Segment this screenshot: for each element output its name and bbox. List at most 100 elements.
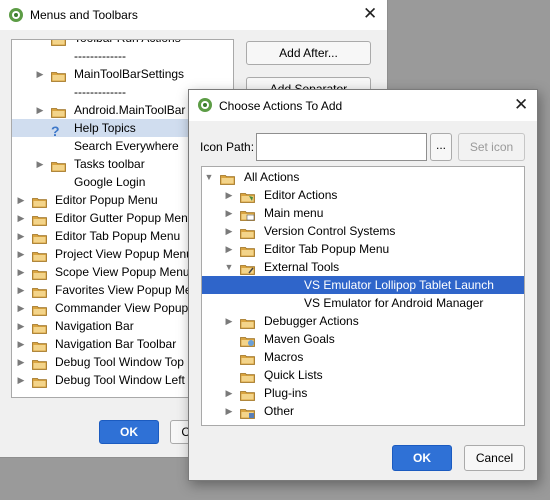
tree-item[interactable]: ▶ Other — [202, 402, 524, 420]
folder-icon — [32, 231, 47, 244]
chevron-right-icon[interactable]: ▶ — [16, 209, 26, 227]
tree-item[interactable]: ▶ Plug-ins — [202, 384, 524, 402]
tree-item-label: Editor Tab Popup Menu — [55, 229, 181, 243]
tree-item-label: Maven Goals — [264, 332, 335, 346]
tree-item-label: Macros — [264, 350, 304, 364]
tree-item[interactable]: Macros — [202, 348, 524, 366]
tree-item[interactable]: Toolbar Run Actions — [12, 40, 233, 47]
folder-icon — [240, 388, 255, 401]
help-icon: ? — [51, 123, 60, 139]
android-studio-icon — [198, 98, 212, 112]
folder-icon — [240, 352, 255, 365]
tree-item[interactable]: VS Emulator for Android Manager — [202, 294, 524, 312]
actions-ok-button[interactable]: OK — [392, 445, 452, 471]
chevron-right-icon[interactable]: ▶ — [16, 281, 26, 299]
folder-icon — [32, 375, 47, 388]
chevron-right-icon[interactable]: ▶ — [16, 371, 26, 389]
folder-icon — [32, 303, 47, 316]
folder-icon — [220, 172, 235, 185]
folder-icon — [32, 195, 47, 208]
menus-ok-button[interactable]: OK — [99, 420, 159, 444]
actions-dialog-title: Choose Actions To Add — [219, 99, 343, 113]
chevron-down-icon[interactable]: ▼ — [204, 168, 214, 186]
chevron-right-icon[interactable]: ▶ — [224, 186, 234, 204]
tree-item[interactable]: ▼ All Actions — [202, 168, 524, 186]
tree-item-label: ------------- — [74, 85, 126, 99]
tree-item-label: Project View Popup Menu — [55, 247, 193, 261]
tree-item-label: VS Emulator Lollipop Tablet Launch — [304, 278, 494, 292]
chevron-right-icon[interactable]: ▶ — [16, 227, 26, 245]
chevron-right-icon[interactable]: ▶ — [16, 317, 26, 335]
folder-icon — [240, 316, 255, 329]
tree-item-label: Android.MainToolBar — [74, 103, 186, 117]
tree-item[interactable]: ▶ MainToolBarSettings — [12, 65, 233, 83]
chevron-right-icon[interactable]: ▶ — [16, 299, 26, 317]
chevron-right-icon[interactable]: ▶ — [224, 402, 234, 420]
tree-item-label: Navigation Bar — [55, 319, 134, 333]
icon-path-label: Icon Path: — [200, 140, 255, 154]
folder-icon — [51, 69, 66, 82]
chevron-right-icon[interactable]: ▶ — [16, 263, 26, 281]
choose-actions-dialog: Choose Actions To Add ✕ Icon Path: ... S… — [188, 89, 538, 481]
actions-cancel-button[interactable]: Cancel — [464, 445, 525, 471]
chevron-down-icon[interactable]: ▼ — [224, 258, 234, 276]
close-icon[interactable]: ✕ — [363, 4, 377, 24]
tree-item-label: Quick Lists — [264, 368, 323, 382]
chevron-right-icon[interactable]: ▶ — [35, 155, 45, 173]
actions-dialog-titlebar: Choose Actions To Add ✕ — [189, 90, 537, 121]
folder-icon — [32, 267, 47, 280]
folder-icon — [51, 159, 66, 172]
chevron-right-icon[interactable]: ▶ — [224, 222, 234, 240]
tree-item-label: Plug-ins — [264, 386, 308, 400]
icon-path-input[interactable] — [256, 133, 427, 161]
tree-item-label: Google Login — [74, 175, 146, 189]
tree-item-label: ------------- — [74, 49, 126, 63]
tree-item-label: Editor Tab Popup Menu — [264, 242, 390, 256]
browse-button[interactable]: ... — [430, 133, 452, 161]
set-icon-button[interactable]: Set icon — [458, 133, 525, 161]
tree-item-label: All Actions — [244, 170, 300, 184]
tree-item-label: Navigation Bar Toolbar — [55, 337, 177, 351]
tree-item[interactable]: ▶ Debugger Actions — [202, 312, 524, 330]
tree-item[interactable]: VS Emulator Lollipop Tablet Launch — [202, 276, 524, 294]
tree-item[interactable]: ------------- — [12, 47, 233, 65]
chevron-right-icon[interactable]: ▶ — [224, 384, 234, 402]
tree-item-label: Toolbar Run Actions — [74, 40, 181, 47]
folder-icon — [240, 190, 255, 203]
tree-item-label: Help Topics — [74, 121, 136, 135]
folder-icon — [51, 40, 66, 46]
folder-icon — [32, 339, 47, 352]
folder-icon — [32, 249, 47, 262]
folder-icon — [240, 406, 255, 419]
tree-item[interactable]: ▶ Editor Tab Popup Menu — [202, 240, 524, 258]
tree-item[interactable]: ▶ Editor Actions — [202, 186, 524, 204]
tree-item-label: Tasks toolbar — [74, 157, 145, 171]
chevron-right-icon[interactable]: ▶ — [16, 335, 26, 353]
folder-icon — [32, 285, 47, 298]
tree-item-label: Debug Tool Window Top — [55, 355, 184, 369]
chevron-right-icon[interactable]: ▶ — [16, 353, 26, 371]
tree-item[interactable]: Maven Goals — [202, 330, 524, 348]
chevron-right-icon[interactable]: ▶ — [35, 101, 45, 119]
chevron-right-icon[interactable]: ▶ — [35, 65, 45, 83]
close-icon[interactable]: ✕ — [514, 95, 528, 115]
menus-dialog-title: Menus and Toolbars — [30, 8, 138, 22]
folder-icon — [240, 244, 255, 257]
actions-tree[interactable]: ▼ All Actions ▶ Editor Actions ▶ Main menu ▶ Ve… — [201, 166, 525, 426]
add-after-button[interactable]: Add After... — [246, 41, 371, 65]
chevron-right-icon[interactable]: ▶ — [224, 240, 234, 258]
tree-item[interactable]: ▶ Main menu — [202, 204, 524, 222]
chevron-right-icon[interactable]: ▶ — [224, 312, 234, 330]
tree-item[interactable]: ▶ Version Control Systems — [202, 222, 524, 240]
chevron-right-icon[interactable]: ▶ — [224, 204, 234, 222]
tree-item[interactable]: Quick Lists — [202, 366, 524, 384]
tree-item-label: MainToolBarSettings — [74, 67, 185, 81]
tree-item-label: Search Everywhere — [74, 139, 179, 153]
folder-icon — [240, 208, 255, 221]
tree-item-label: Main menu — [264, 206, 324, 220]
tree-item-label: External Tools — [264, 260, 340, 274]
folder-icon — [240, 262, 255, 275]
chevron-right-icon[interactable]: ▶ — [16, 191, 26, 209]
chevron-right-icon[interactable]: ▶ — [16, 245, 26, 263]
tree-item[interactable]: ▼ External Tools — [202, 258, 524, 276]
